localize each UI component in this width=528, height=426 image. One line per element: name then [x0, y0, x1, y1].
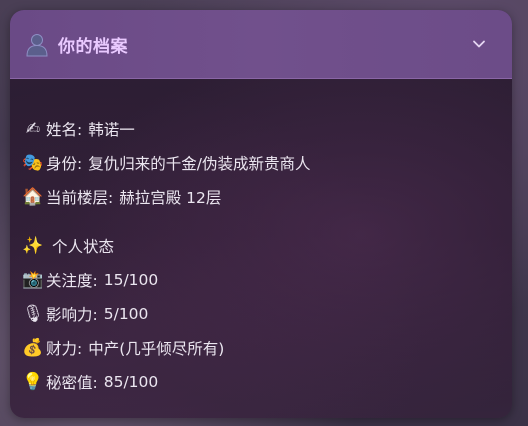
- attention-value: 15/100: [103, 271, 159, 289]
- theater-masks-icon: 🎭: [22, 153, 44, 173]
- writing-hand-icon: ✍: [25, 119, 41, 139]
- wealth-label: 财力:: [46, 340, 83, 358]
- status-item-influence: 🎙 影响力: 5/100: [22, 302, 148, 326]
- attention-label: 关注度:: [46, 272, 98, 290]
- influence-value: 5/100: [103, 305, 149, 323]
- profile-panel: 你的档案 ✍ 姓名: 韩诺一 🎭 身份: 复仇归来的千金/伪装成新贵商人 🏠 当…: [10, 10, 512, 418]
- status-item-attention: 📸 关注度: 15/100: [22, 268, 158, 292]
- status-item-secret: 💡 秘密值: 85/100: [22, 370, 158, 394]
- secret-value: 85/100: [103, 373, 159, 391]
- light-bulb-icon: 💡: [22, 372, 44, 392]
- status-heading-label: 个人状态: [52, 238, 115, 256]
- chevron-down-icon[interactable]: [472, 37, 486, 51]
- identity-value: 复仇归来的千金/伪装成新贵商人: [88, 155, 311, 173]
- profile-floor-row: 🏠 当前楼层: 赫拉宫殿 12层: [22, 185, 221, 209]
- floor-label: 当前楼层:: [46, 189, 114, 207]
- name-label: 姓名:: [46, 121, 83, 139]
- money-bag-icon: 💰: [22, 338, 44, 358]
- microphone-icon: 🎙: [22, 304, 44, 324]
- person-silhouette-icon: [26, 34, 48, 57]
- influence-label: 影响力:: [46, 306, 98, 324]
- profile-name-row: ✍ 姓名: 韩诺一: [22, 117, 135, 141]
- status-item-wealth: 💰 财力: 中产(几乎倾尽所有): [22, 336, 224, 360]
- camera-flash-icon: 📸: [22, 270, 44, 290]
- sparkles-icon: ✨: [22, 236, 44, 256]
- panel-title: 你的档案: [58, 37, 128, 57]
- status-heading: ✨ 个人状态: [22, 234, 114, 258]
- identity-label: 身份:: [46, 155, 83, 173]
- floor-value: 赫拉宫殿 12层: [119, 189, 222, 207]
- name-value: 韩诺一: [88, 121, 135, 139]
- secret-label: 秘密值:: [46, 374, 98, 392]
- house-icon: 🏠: [22, 187, 44, 207]
- profile-identity-row: 🎭 身份: 复仇归来的千金/伪装成新贵商人: [22, 151, 310, 175]
- profile-panel-header[interactable]: 你的档案: [10, 10, 512, 79]
- wealth-value: 中产(几乎倾尽所有): [88, 340, 225, 358]
